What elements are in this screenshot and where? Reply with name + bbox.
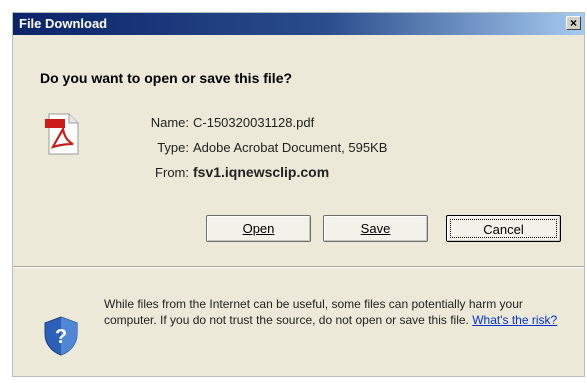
type-label: Type:: [157, 140, 189, 155]
focus-ring: Cancel: [450, 219, 557, 238]
file-name: C-150320031128.pdf: [193, 115, 315, 130]
file-type: Adobe Acrobat Document, 595KB: [193, 140, 388, 155]
close-button[interactable]: ×: [566, 16, 581, 30]
warning-text: While files from the Internet can be use…: [104, 297, 523, 327]
open-button[interactable]: Open: [206, 215, 311, 242]
name-label: Name:: [150, 115, 189, 130]
file-source: fsv1.iqnewsclip.com: [193, 164, 330, 180]
file-download-dialog: File Download × Do you want to open or s…: [12, 12, 585, 377]
save-button[interactable]: Save: [323, 215, 428, 242]
pdf-icon: [45, 113, 79, 155]
shield-question-icon: ?: [44, 316, 78, 356]
question-text: Do you want to open or save this file?: [40, 70, 293, 86]
cancel-button[interactable]: Cancel: [446, 215, 561, 242]
divider: [13, 266, 584, 268]
from-label: From:: [155, 165, 189, 180]
save-button-label: Save: [360, 221, 391, 236]
cancel-button-label: Cancel: [483, 222, 524, 237]
close-icon: ×: [569, 16, 577, 30]
risk-link[interactable]: What's the risk?: [472, 313, 557, 327]
security-warning: While files from the Internet can be use…: [104, 296, 564, 328]
svg-text:?: ?: [55, 326, 67, 348]
window-title: File Download: [19, 16, 108, 31]
title-bar[interactable]: File Download ×: [13, 13, 584, 35]
open-button-label: Open: [242, 221, 275, 236]
